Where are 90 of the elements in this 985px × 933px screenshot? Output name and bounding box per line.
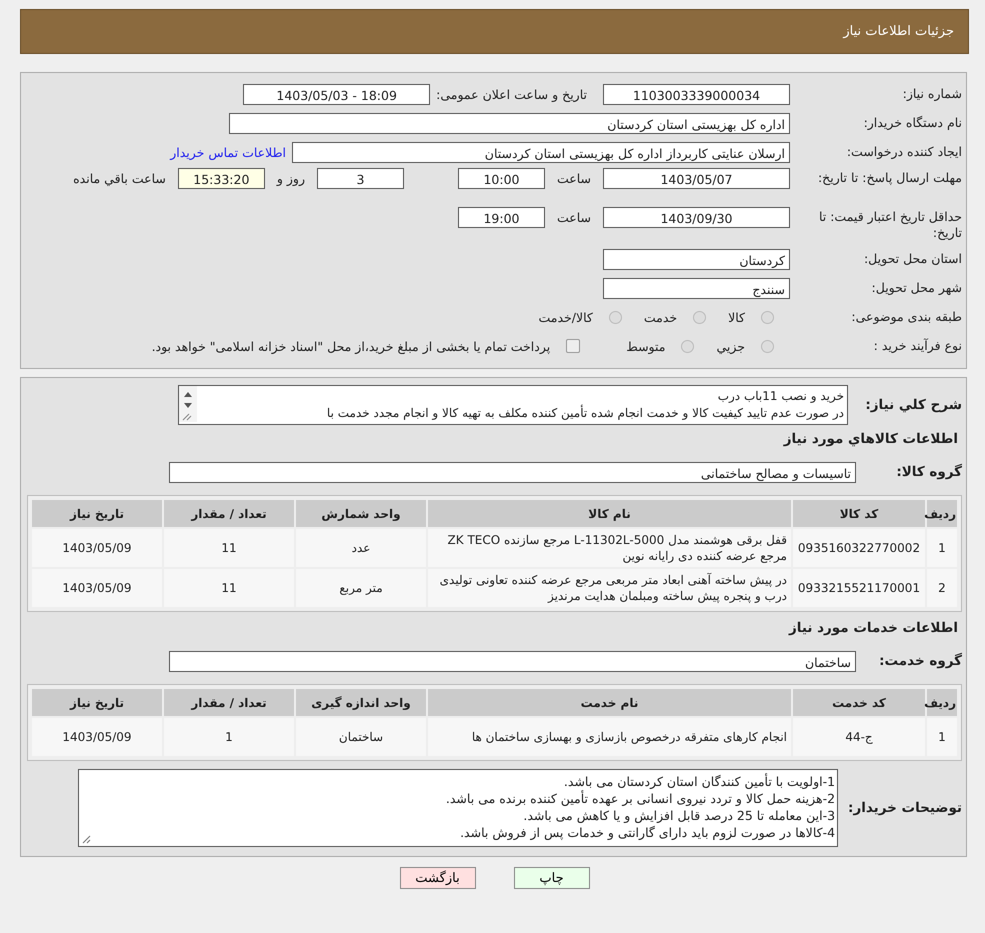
- table-cell: 11: [164, 569, 294, 607]
- payment-note: پرداخت تمام یا بخشی از مبلغ خرید،از محل "اسناد خزانه اسلامی" خواهد بود.: [152, 338, 550, 354]
- radio-button[interactable]: [693, 310, 706, 324]
- column-header: نام خدمت: [428, 689, 791, 716]
- field-label: نام دستگاه خریدار:: [862, 115, 962, 131]
- notes-line: 4-کالاها در صورت لزوم باید دارای گارانتی و خدمات پس از فروش باشد.: [460, 824, 836, 841]
- radio-button[interactable]: [608, 310, 622, 324]
- table-cell: 0935160322770002: [793, 529, 925, 567]
- field-label: طبقه بندی موضوعی:: [850, 309, 962, 325]
- column-header: ردیف: [927, 689, 957, 716]
- field-label: ایجاد کننده درخواست:: [846, 144, 962, 160]
- notes-box[interactable]: [78, 769, 838, 847]
- radio-label: کالا/خدمت: [538, 310, 593, 324]
- column-header: واحد شمارش: [296, 500, 426, 527]
- deadline-date-field[interactable]: 1403/05/07: [603, 168, 790, 189]
- notes-line: 3-این معامله تا 25 درصد قابل افزایش و یا کاهش می باشد.: [523, 807, 836, 824]
- column-header: تاریخ نیاز: [32, 500, 162, 527]
- column-header: نام کالا: [428, 500, 791, 527]
- table-cell: 11: [164, 529, 294, 567]
- radio-label: متوسط: [626, 338, 666, 354]
- table-cell: متر مربع: [296, 569, 426, 607]
- table-cell: انجام کارهای متفرقه درخصوص بازسازی و بهسازی ساختمان ها: [428, 718, 791, 756]
- notes-line: 1-اولویت با تأمین کنندگان استان کردستان می باشد.: [564, 773, 836, 790]
- table-cell: 1403/05/09: [32, 529, 162, 567]
- section-heading: اطلاعات کالاهاي مورد نياز: [782, 431, 958, 447]
- table-cell: ساختمان: [296, 718, 426, 756]
- description-line: در صورت عدم تایید کیفیت کالا و خدمت انجام شده تأمین کننده مکلف به تهیه کالا و انجام مجدد خدمت با: [326, 405, 844, 422]
- radio-button[interactable]: [681, 340, 694, 352]
- contact-link[interactable]: اطلاعات تماس خریدار: [170, 144, 286, 160]
- buyer-field[interactable]: اداره کل بهزیستی استان کردستان: [229, 112, 790, 134]
- print-button[interactable]: چاپ: [514, 867, 590, 889]
- description-line: خرید و نصب 11باب درب: [716, 388, 844, 405]
- deadline-time-field[interactable]: 10:00: [458, 168, 545, 189]
- days-field[interactable]: 3: [316, 168, 404, 189]
- description-box[interactable]: خرید و نصب 11باب درب در صورت عدم تایید کیفیت کالا و خدمت انجام شده تأمین کننده مکلف به تهیه کالا و انجام مجدد خدمت با: [178, 385, 848, 425]
- field-label: توضیحات خریدار:: [848, 800, 962, 816]
- notes-line: 2-هزینه حمل کالا و تردد نیروی انسانی بر عهده تأمین کننده برنده می باشد.: [446, 790, 836, 807]
- requester-field[interactable]: ارسلان عنایتی کاربرداز اداره کل بهزیستی استان کردستان: [292, 142, 790, 162]
- field-label: مهلت ارسال پاسخ: تا تاریخ:: [816, 170, 962, 186]
- section-heading: اطلاعات خدمات مورد نياز: [788, 620, 958, 636]
- page-title: جزئیات اطلاعات نیاز: [843, 24, 954, 39]
- time-label: ساعت: [556, 210, 591, 225]
- radio-label: خدمت: [644, 310, 678, 324]
- goods-group-field[interactable]: تاسیسات و مصالح ساختمانی: [169, 462, 856, 482]
- radio-button[interactable]: [761, 310, 774, 324]
- table-cell: 0933215521170001: [793, 569, 925, 607]
- radio-label: جزيي: [716, 338, 745, 354]
- field-label: شماره نیاز:: [902, 86, 962, 102]
- column-header: تعداد / مقدار: [164, 500, 294, 527]
- column-header: کد خدمت: [793, 689, 925, 716]
- field-label: شرح کلي نياز:: [864, 397, 962, 413]
- field-label: تاریخ و ساعت اعلان عمومی:: [436, 86, 587, 102]
- table-cell: قفل برقی هوشمند مدل L-11302L-5000 مرجع سازنده ZK TECO مرجع عرضه کننده دی رایانه نوین: [428, 529, 791, 567]
- table-cell: عدد: [296, 529, 426, 567]
- province-field[interactable]: کردستان: [603, 248, 790, 270]
- time-label: ساعت: [556, 171, 591, 186]
- column-header: واحد اندازه گیری: [296, 689, 426, 716]
- days-label: روز و: [276, 171, 305, 186]
- field-label: گروه کالا:: [895, 464, 962, 480]
- remaining-time-field[interactable]: 15:33:20: [178, 168, 265, 189]
- column-header: ردیف: [927, 500, 957, 527]
- table-cell: 1403/05/09: [32, 718, 162, 756]
- table-cell: در پیش ساخته آهنی ابعاد متر مربعی مرجع عرضه کننده تعاونی تولیدی درب و پنجره پیش ساخته ومبلمان هدایت مرندیز: [428, 569, 791, 607]
- table-cell: 1: [927, 718, 957, 756]
- city-field[interactable]: سنندج: [603, 278, 790, 298]
- table-cell: 1: [164, 718, 294, 756]
- column-header: تعداد / مقدار: [164, 689, 294, 716]
- field-label: نوع فرآیند خرید :: [872, 338, 962, 354]
- table-cell: 1: [927, 529, 957, 567]
- checkbox[interactable]: [566, 339, 580, 353]
- field-label: حداقل تاریخ اعتبار قیمت: تا تاریخ:: [818, 209, 962, 241]
- remaining-label: ساعت باقي مانده: [73, 171, 166, 186]
- field-label: شهر محل تحویل:: [870, 280, 962, 296]
- field-label: گروه خدمت:: [878, 653, 962, 669]
- back-button[interactable]: بازگشت: [400, 867, 476, 889]
- service-group-field[interactable]: ساختمان: [169, 650, 856, 672]
- validity-date-field[interactable]: 1403/09/30: [603, 207, 790, 228]
- table-cell: ج-44: [793, 718, 925, 756]
- scroll-arrows-icon[interactable]: [179, 386, 197, 422]
- need-number-field[interactable]: 1103003339000034: [603, 84, 790, 104]
- resize-grip-icon[interactable]: [81, 834, 92, 844]
- table-cell: 2: [927, 569, 957, 607]
- column-header: کد کالا: [793, 500, 925, 527]
- radio-button[interactable]: [761, 340, 774, 352]
- field-label: استان محل تحویل:: [862, 251, 962, 267]
- table-cell: 1403/05/09: [32, 569, 162, 607]
- validity-time-field[interactable]: 19:00: [458, 207, 545, 228]
- announce-date-field[interactable]: 1403/05/03 - 18:09: [243, 84, 430, 104]
- column-header: تاریخ نیاز: [32, 689, 162, 716]
- radio-label: کالا: [728, 310, 745, 324]
